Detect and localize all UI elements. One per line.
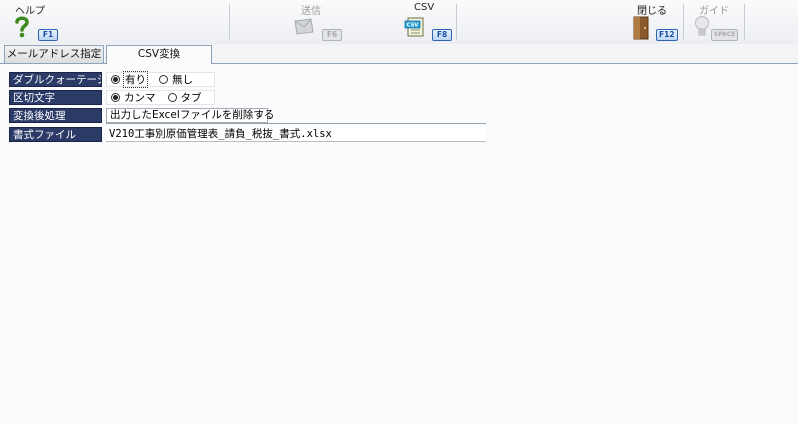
toolbar-separator bbox=[456, 4, 457, 40]
send-label: 送信 bbox=[301, 6, 321, 17]
toolbar-separator bbox=[744, 4, 745, 40]
csv-label: CSV bbox=[414, 2, 435, 13]
quote-option-yes-label: 有り bbox=[123, 71, 148, 88]
delimiter-option-tab[interactable]: タブ bbox=[167, 90, 202, 105]
csv-shortcut-key: F8 bbox=[432, 29, 452, 41]
send-mail-icon bbox=[294, 18, 314, 35]
post-process-value: 出力したExcelファイルを削除する bbox=[110, 109, 275, 121]
lightbulb-guide-icon bbox=[695, 16, 709, 36]
csv-button[interactable]: CSV CSV F8 bbox=[400, 0, 454, 44]
door-close-icon bbox=[633, 16, 649, 40]
close-label: 閉じる bbox=[637, 6, 667, 17]
format-file-label: 書式ファイル bbox=[9, 127, 102, 142]
quote-option-no[interactable]: 無し bbox=[159, 72, 193, 87]
radio-unselected-icon bbox=[167, 93, 177, 102]
delimiter-radio-group: カンマ タブ bbox=[106, 90, 215, 105]
radio-selected-icon bbox=[111, 75, 120, 84]
chevron-down-icon: ∨ bbox=[257, 110, 264, 120]
radio-unselected-icon bbox=[159, 75, 168, 84]
tab-label: メールアドレス指定 bbox=[6, 48, 102, 60]
close-shortcut-key: F12 bbox=[656, 29, 678, 41]
radio-selected-icon bbox=[111, 93, 120, 102]
svg-text:CSV: CSV bbox=[407, 23, 419, 29]
tab-label: CSV変換 bbox=[137, 48, 181, 60]
toolbar: ヘルプ F1 送信 F6 CSV CSV F8 閉じる F12 ガイド SPAC… bbox=[0, 0, 798, 44]
help-shortcut-key: F1 bbox=[38, 29, 58, 41]
toolbar-separator bbox=[229, 4, 230, 40]
send-button[interactable]: 送信 F6 bbox=[290, 0, 344, 44]
quote-option-yes[interactable]: 有り bbox=[111, 71, 148, 88]
help-question-icon bbox=[15, 16, 29, 38]
quote-label: ダブルクォーテーション bbox=[9, 72, 102, 87]
quote-radio-group: 有り 無し bbox=[106, 71, 215, 88]
post-process-select[interactable]: 出力したExcelファイルを削除する ∨ bbox=[106, 108, 274, 123]
delimiter-option-tab-label: タブ bbox=[180, 92, 202, 104]
post-process-label: 変換後処理 bbox=[9, 108, 102, 123]
field-underline bbox=[106, 123, 486, 124]
csv-file-icon: CSV bbox=[404, 17, 424, 37]
tab-mail-address[interactable]: メールアドレス指定 bbox=[4, 45, 104, 63]
toolbar-separator bbox=[683, 4, 684, 40]
help-label: ヘルプ bbox=[15, 6, 45, 17]
delimiter-option-comma[interactable]: カンマ bbox=[111, 90, 156, 105]
close-button[interactable]: 閉じる F12 bbox=[624, 0, 680, 44]
guide-shortcut-key: SPACE bbox=[711, 29, 739, 41]
help-button[interactable]: ヘルプ F1 bbox=[0, 0, 60, 44]
delimiter-option-comma-label: カンマ bbox=[124, 92, 156, 104]
guide-button[interactable]: ガイド SPACE bbox=[686, 0, 742, 44]
delimiter-label: 区切文字 bbox=[9, 90, 102, 105]
send-shortcut-key: F6 bbox=[322, 29, 342, 41]
quote-option-no-label: 無し bbox=[172, 74, 193, 86]
format-file-field[interactable]: V210工事別原価管理表_請負_税抜_書式.xlsx bbox=[106, 127, 486, 142]
tab-csv-conversion[interactable]: CSV変換 bbox=[106, 45, 212, 64]
